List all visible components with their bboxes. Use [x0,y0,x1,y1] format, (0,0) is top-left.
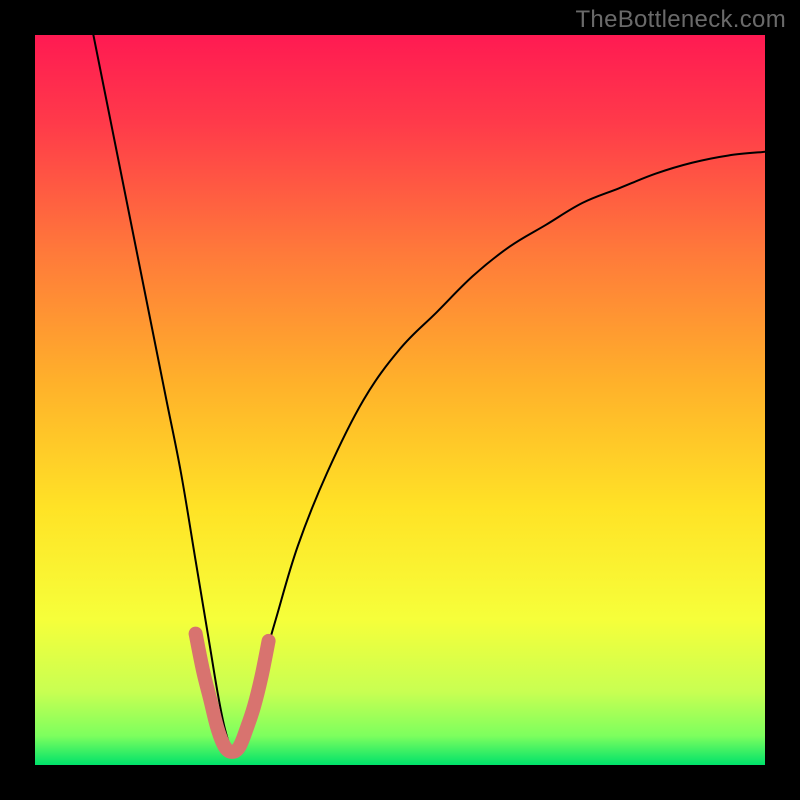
gradient-background [35,35,765,765]
plot-area [35,35,765,765]
chart-frame: TheBottleneck.com [0,0,800,800]
watermark-text: TheBottleneck.com [575,6,786,34]
chart-svg [35,35,765,765]
